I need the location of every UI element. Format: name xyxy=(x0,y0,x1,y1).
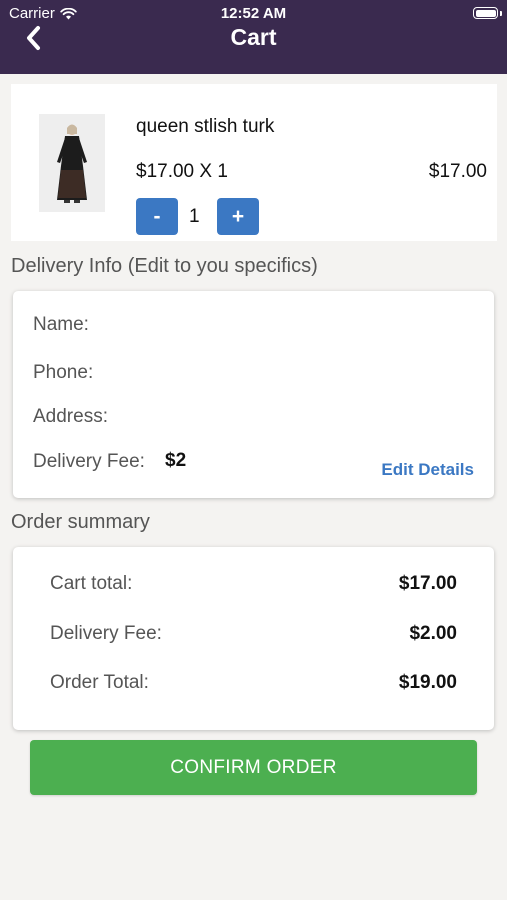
edit-details-link[interactable]: Edit Details xyxy=(381,460,474,480)
summary-delivery-fee-label: Delivery Fee: xyxy=(50,623,162,644)
order-summary-card: Cart total: $17.00 Delivery Fee: $2.00 O… xyxy=(13,547,494,730)
product-line-total: $17.00 xyxy=(428,161,487,182)
summary-delivery-fee-value: $2.00 xyxy=(409,623,457,644)
delivery-fee-value: $2 xyxy=(165,450,187,471)
battery-icon xyxy=(473,7,498,19)
page-title: Cart xyxy=(230,24,277,50)
order-summary-title: Order summary xyxy=(11,511,150,533)
confirm-order-button[interactable]: CONFIRM ORDER xyxy=(30,740,477,795)
cart-total-value: $17.00 xyxy=(398,573,457,594)
cart-total-label: Cart total: xyxy=(50,573,133,594)
quantity-value: 1 xyxy=(189,206,200,227)
battery-tip xyxy=(500,11,502,16)
dress-product-image xyxy=(39,114,105,212)
product-name: queen stlish turk xyxy=(136,116,275,137)
status-time: 12:52 AM xyxy=(220,5,287,22)
product-image[interactable] xyxy=(39,114,105,212)
cart-item: queen stlish turk $17.00 X 1 $17.00 - 1 … xyxy=(11,84,497,241)
increment-quantity-button[interactable]: + xyxy=(217,198,259,235)
delivery-section-title: Delivery Info (Edit to you specifics) xyxy=(11,255,318,277)
delivery-phone-label: Phone: xyxy=(33,362,94,383)
delivery-fee-label: Delivery Fee: xyxy=(33,451,145,472)
order-total-label: Order Total: xyxy=(50,672,149,693)
top-bar: Carrier 12:52 AM Cart xyxy=(0,0,507,74)
delivery-name-label: Name: xyxy=(33,314,89,335)
product-price-quantity: $17.00 X 1 xyxy=(136,161,228,182)
decrement-quantity-button[interactable]: - xyxy=(136,198,178,235)
order-total-value: $19.00 xyxy=(398,672,457,693)
delivery-address-label: Address: xyxy=(33,406,108,427)
delivery-info-card: Name: Phone: Address: Delivery Fee: $2 E… xyxy=(13,291,494,498)
